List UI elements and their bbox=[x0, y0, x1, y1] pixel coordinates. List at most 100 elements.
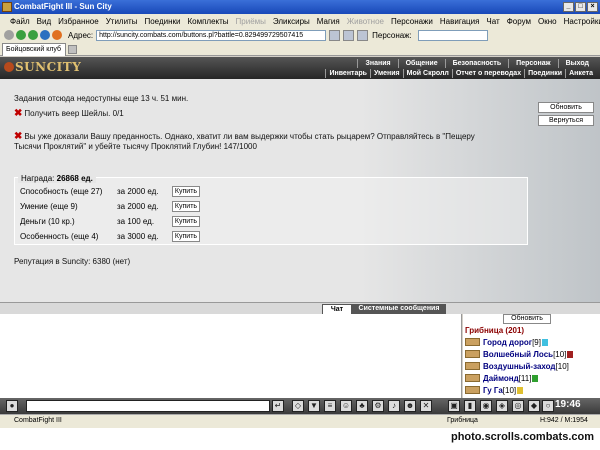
menu-navigation[interactable]: Навигация bbox=[440, 17, 480, 26]
home-icon[interactable] bbox=[52, 30, 62, 40]
buy-button[interactable]: Купить bbox=[172, 201, 200, 212]
bottle-icon[interactable]: ▮ bbox=[464, 400, 476, 412]
smile-icon[interactable]: ● bbox=[6, 400, 18, 412]
menu-battles[interactable]: Поединки bbox=[144, 17, 180, 26]
reward-label: Награда: 26868 ед. bbox=[18, 174, 96, 183]
reward-row-name: Способность (еще 27) bbox=[20, 187, 103, 196]
user-level: [10] bbox=[553, 350, 567, 359]
music-icon[interactable]: ♪ bbox=[388, 400, 400, 412]
quest-task-2: ✖ Вы уже доказали Вашу преданность. Однак… bbox=[14, 132, 514, 142]
nav-profile[interactable]: Анкета bbox=[565, 69, 596, 78]
person-icon[interactable]: ☺ bbox=[340, 400, 352, 412]
online-list: Обновить Грибница (201) Город дорог[9] В… bbox=[463, 314, 600, 398]
nav-character[interactable]: Персонаж bbox=[508, 59, 557, 68]
refresh-icon[interactable] bbox=[40, 30, 50, 40]
menu-animal: Животное bbox=[346, 16, 384, 26]
nav-security[interactable]: Безопасность bbox=[444, 59, 509, 68]
send-icon[interactable]: ↵ bbox=[272, 400, 284, 412]
menu-view[interactable]: Вид bbox=[37, 17, 51, 26]
refresh-button[interactable]: Обновить bbox=[538, 102, 594, 113]
online-user[interactable]: Гу Га[10] bbox=[465, 386, 524, 395]
menu-settings[interactable]: Настройки bbox=[564, 17, 600, 26]
address-input[interactable]: http://suncity.combats.com/buttons.pl?ba… bbox=[96, 29, 327, 41]
menu-forum[interactable]: Форум bbox=[507, 17, 531, 26]
watermark: photo.scrolls.combats.com bbox=[0, 428, 600, 450]
persona-select[interactable] bbox=[417, 29, 488, 41]
new-tab-icon[interactable] bbox=[68, 45, 77, 54]
nav-bottom: Инвентарь Умения Мой Скролл Отчет о пере… bbox=[325, 69, 596, 78]
address-bar: Адрес: http://suncity.combats.com/button… bbox=[0, 28, 600, 42]
amulet-icon[interactable]: ◎ bbox=[512, 400, 524, 412]
menu-window[interactable]: Окно bbox=[538, 17, 557, 26]
online-refresh-button[interactable]: Обновить bbox=[503, 314, 551, 324]
up-icon[interactable] bbox=[4, 30, 14, 40]
menu-sets[interactable]: Комплекты bbox=[187, 17, 228, 26]
coin-icon[interactable]: ○ bbox=[542, 400, 554, 412]
cross-icon: ✖ bbox=[14, 131, 23, 142]
user-badge-icon bbox=[517, 387, 524, 394]
status-bar: CombatFight III Грибница H:942 / M:1954 bbox=[0, 414, 600, 428]
chat-input[interactable] bbox=[26, 400, 270, 412]
online-user[interactable]: Даймонд[11] bbox=[465, 374, 539, 383]
user-level: [10] bbox=[555, 362, 569, 371]
user-name[interactable]: Даймонд bbox=[483, 374, 519, 383]
nav-inventory[interactable]: Инвентарь bbox=[325, 69, 370, 78]
back-icon[interactable] bbox=[16, 30, 26, 40]
menu-elixirs[interactable]: Эликсиры bbox=[273, 17, 310, 26]
persona-icon[interactable] bbox=[357, 29, 369, 41]
nav-transfer-report[interactable]: Отчет о переводах bbox=[451, 69, 524, 78]
menu-magic[interactable]: Магия bbox=[317, 17, 340, 26]
settings-icon[interactable]: ⚙ bbox=[372, 400, 384, 412]
group-icon[interactable]: ♣ bbox=[356, 400, 368, 412]
go-icon[interactable] bbox=[329, 29, 341, 41]
user-icon bbox=[465, 362, 480, 370]
buy-button[interactable]: Купить bbox=[172, 216, 200, 227]
buy-button[interactable]: Купить bbox=[172, 231, 200, 242]
chat-log[interactable] bbox=[0, 314, 462, 398]
back-button[interactable]: Вернуться bbox=[538, 115, 594, 126]
menu-favorites[interactable]: Избранное bbox=[58, 17, 99, 26]
nav-communication[interactable]: Общение bbox=[397, 59, 445, 68]
nav-skills[interactable]: Умения bbox=[369, 69, 403, 78]
minimize-icon[interactable]: _ bbox=[563, 2, 574, 12]
buy-button[interactable]: Купить bbox=[172, 186, 200, 197]
menu-utilities[interactable]: Утилиты bbox=[106, 17, 138, 26]
potion-icon[interactable]: ◉ bbox=[480, 400, 492, 412]
disk-icon[interactable] bbox=[343, 29, 355, 41]
maximize-icon[interactable]: □ bbox=[575, 2, 586, 12]
reputation-text: Репутация в Suncity: 6380 (нет) bbox=[14, 257, 131, 266]
user-name[interactable]: Воздушный-заход bbox=[483, 362, 556, 371]
menu-file[interactable]: Файл bbox=[10, 17, 30, 26]
bag-icon[interactable]: ▣ bbox=[448, 400, 460, 412]
tab-fight-club[interactable]: Бойцовский клуб bbox=[2, 43, 66, 56]
online-user[interactable]: Воздушный-заход[10] bbox=[465, 362, 569, 371]
online-user[interactable]: Волшебный Лось[10] bbox=[465, 350, 574, 359]
online-user[interactable]: Город дорог[9] bbox=[465, 338, 548, 347]
eraser-icon[interactable]: ◇ bbox=[292, 400, 304, 412]
reward-row-price: за 100 ед. bbox=[117, 217, 155, 226]
nav-battles[interactable]: Поединки bbox=[524, 69, 565, 78]
nav-my-scroll[interactable]: Мой Скролл bbox=[402, 69, 452, 78]
menu-characters[interactable]: Персонажи bbox=[391, 17, 433, 26]
map-icon[interactable]: ◈ bbox=[496, 400, 508, 412]
user-icon bbox=[465, 386, 480, 394]
scroll-icon[interactable]: ≡ bbox=[324, 400, 336, 412]
reward-row-price: за 3000 ед. bbox=[117, 232, 159, 241]
smile-list-icon[interactable]: ☻ bbox=[404, 400, 416, 412]
user-icon bbox=[465, 374, 480, 382]
user-name[interactable]: Гу Га bbox=[483, 386, 503, 395]
forward-icon[interactable] bbox=[28, 30, 38, 40]
user-name[interactable]: Город дорог bbox=[483, 338, 532, 347]
nav-knowledge[interactable]: Знания bbox=[357, 59, 397, 68]
quest-task-1-text: Получить веер Шейлы. 0/1 bbox=[24, 109, 124, 118]
user-name[interactable]: Волшебный Лось bbox=[483, 350, 553, 359]
nav-top: Знания Общение Безопасность Персонаж Вых… bbox=[357, 59, 596, 68]
menu-chat[interactable]: Чат bbox=[486, 17, 499, 26]
close-icon[interactable]: × bbox=[587, 2, 598, 12]
address-label: Адрес: bbox=[68, 30, 94, 40]
filter-icon[interactable]: ▼ bbox=[308, 400, 320, 412]
nav-exit[interactable]: Выход bbox=[557, 59, 596, 68]
gem-icon[interactable]: ◆ bbox=[528, 400, 540, 412]
game-header: SUNCITY Знания Общение Безопасность Перс… bbox=[0, 57, 600, 79]
clear-icon[interactable]: ✕ bbox=[420, 400, 432, 412]
